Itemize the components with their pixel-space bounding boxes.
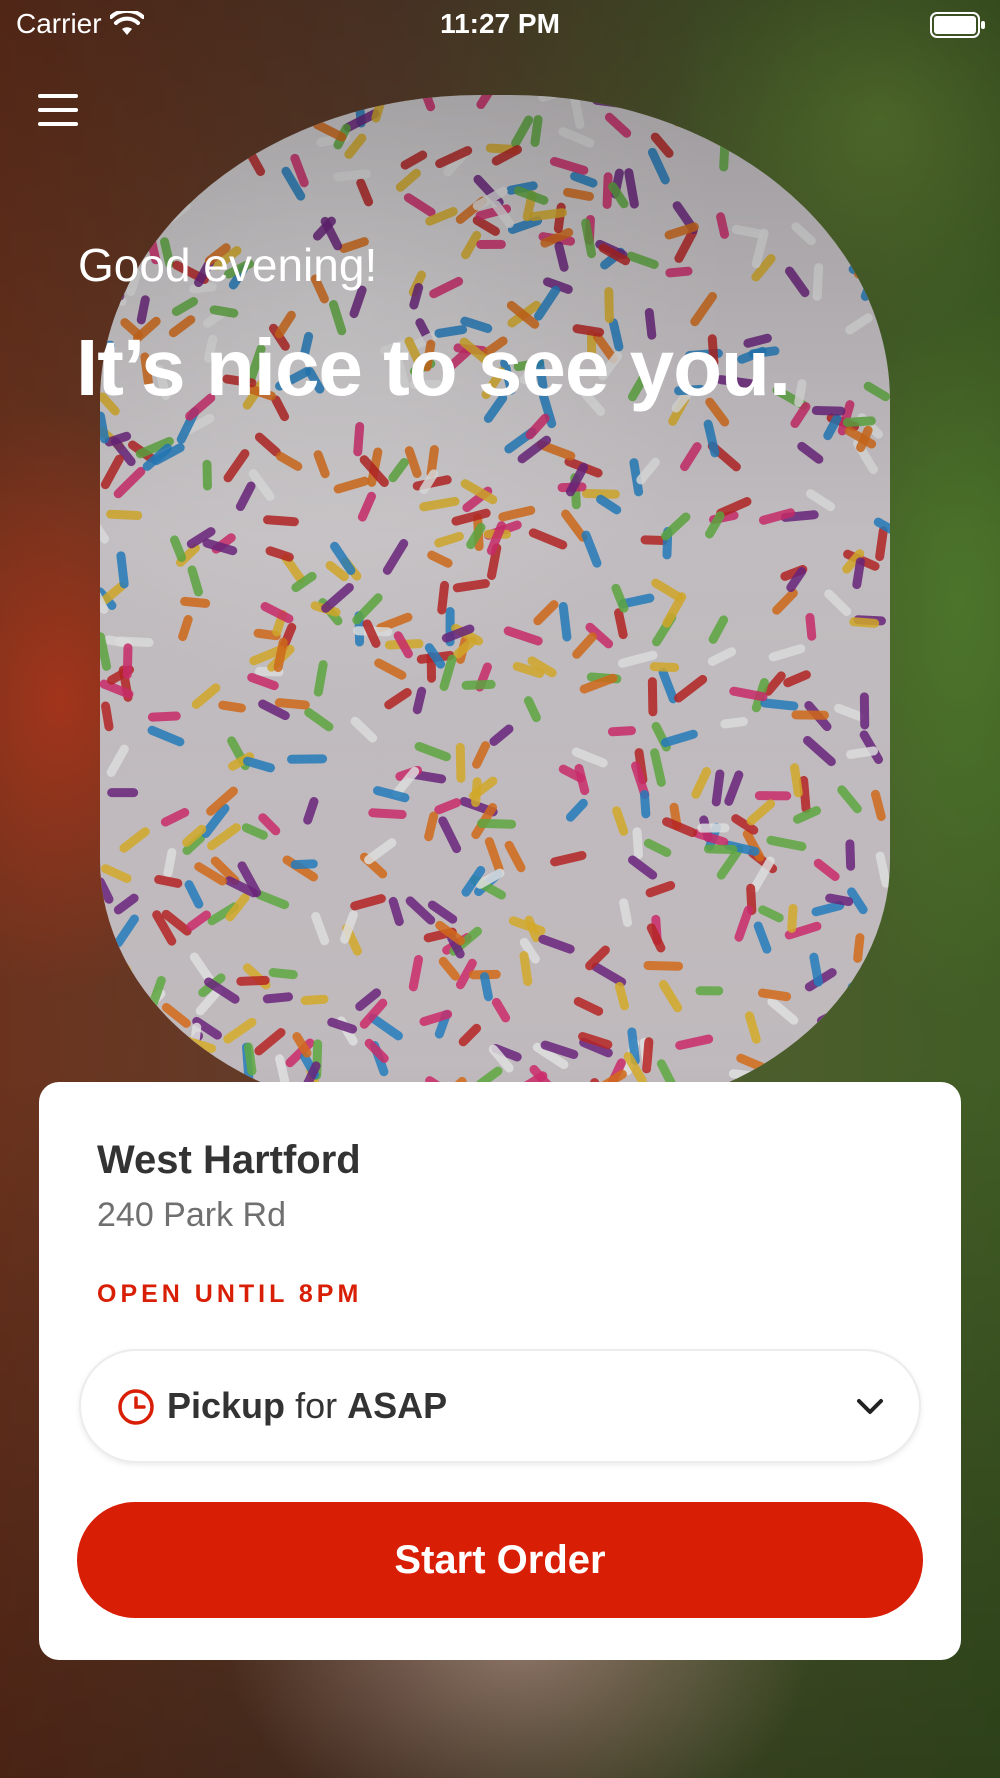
battery-icon (930, 12, 985, 38)
status-bar: Carrier 11:27 PM (0, 0, 1000, 50)
start-order-button[interactable]: Start Order (77, 1502, 923, 1618)
store-name: West Hartford (97, 1138, 361, 1182)
order-time-label: ASAP (347, 1385, 448, 1426)
store-hours: OPEN UNTIL 8PM (97, 1280, 363, 1308)
hamburger-menu-icon[interactable] (38, 94, 78, 130)
order-mode-selector[interactable]: Pickup for ASAP (79, 1349, 921, 1463)
clock-icon (118, 1389, 154, 1425)
order-mode-label: Pickup (167, 1385, 286, 1426)
store-address: 240 Park Rd (97, 1196, 286, 1234)
headline-text: It’s nice to see you. (76, 323, 791, 412)
status-time: 11:27 PM (440, 8, 560, 39)
greeting-text: Good evening! (78, 239, 378, 291)
store-card: West Hartford 240 Park Rd OPEN UNTIL 8PM… (39, 1082, 961, 1660)
chevron-down-icon (857, 1399, 883, 1414)
order-mode-connector: for (295, 1385, 338, 1426)
